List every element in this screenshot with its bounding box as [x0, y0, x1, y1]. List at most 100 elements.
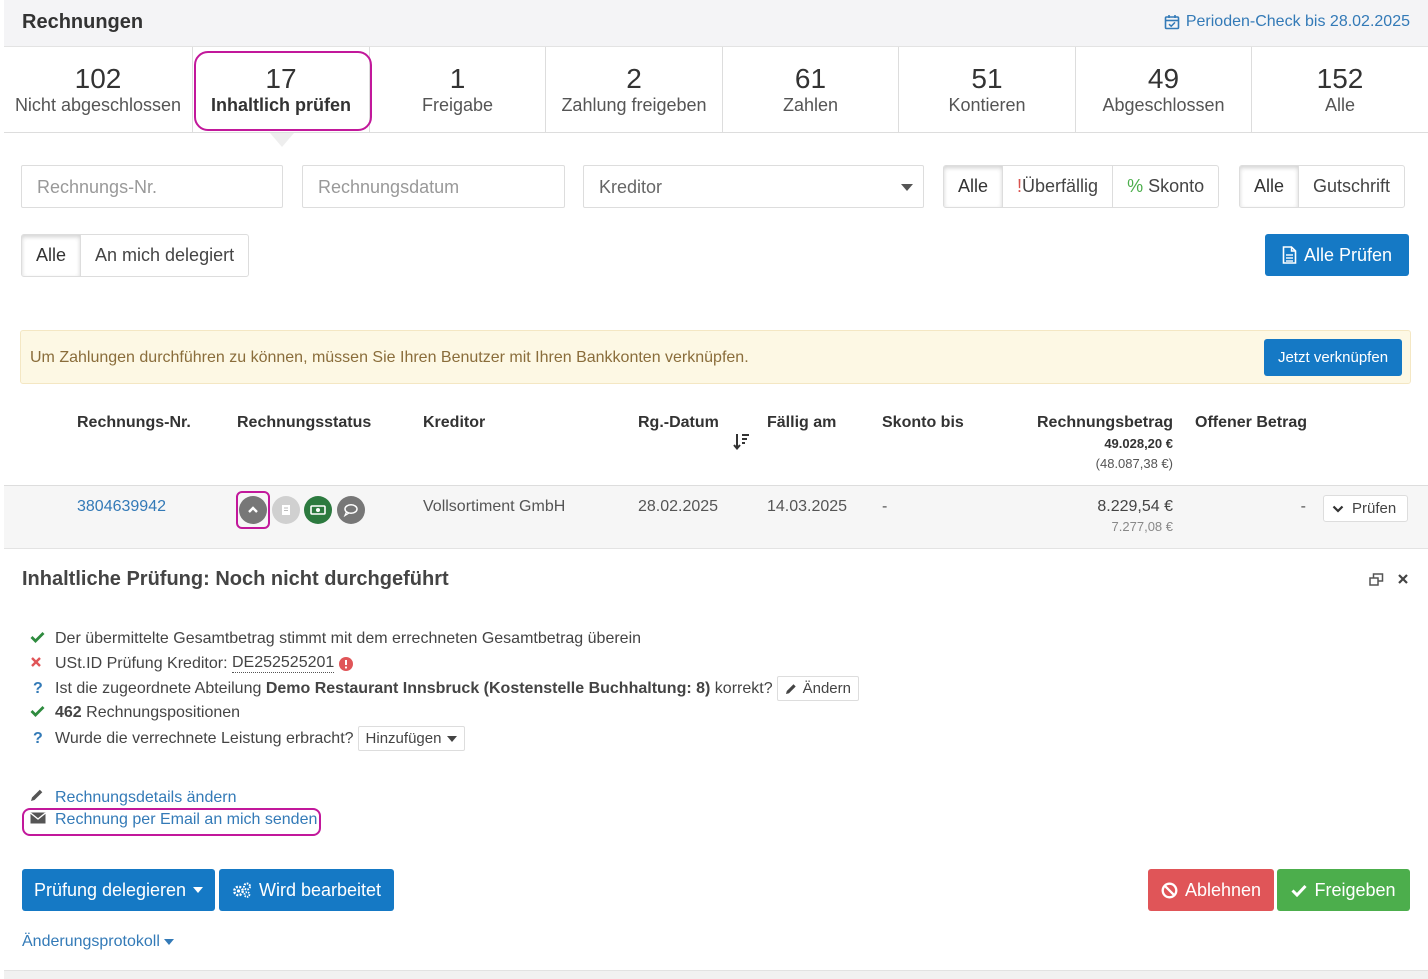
row-check-button[interactable]: Prüfen — [1323, 495, 1408, 522]
changelog-label: Änderungsprotokoll — [22, 933, 160, 950]
question-icon: ? — [33, 729, 43, 747]
edit-invoice-details-link[interactable]: Rechnungsdetails ändern — [55, 789, 236, 807]
col-header-amount[interactable]: Rechnungsbetrag — [1037, 414, 1173, 432]
link-now-button[interactable]: Jetzt verknüpfen — [1264, 339, 1402, 376]
money-bill-icon[interactable] — [304, 496, 332, 524]
footer-divider — [4, 970, 1428, 979]
close-icon[interactable] — [1397, 573, 1409, 585]
filter-discount-label: Skonto — [1148, 176, 1205, 196]
tab-label: Nicht abgeschlossen — [14, 95, 182, 115]
tab-kontieren[interactable]: 51 Kontieren — [899, 47, 1076, 132]
approve-label: Freigeben — [1314, 879, 1396, 900]
check-all-button[interactable]: Alle Prüfen — [1265, 234, 1409, 276]
document-icon — [1282, 246, 1297, 264]
tab-abgeschlossen[interactable]: 49 Abgeschlossen — [1076, 47, 1252, 132]
delegate-review-button[interactable]: Prüfung delegieren — [22, 869, 215, 911]
tab-zahlen[interactable]: 61 Zahlen — [723, 47, 899, 132]
dept-name: Demo Restaurant Innsbruck (Kostenstelle … — [265, 679, 711, 697]
status-icon-highlight — [236, 491, 270, 529]
in-progress-button[interactable]: Wird bearbeitet — [219, 869, 394, 911]
chevron-down-icon — [901, 184, 913, 191]
creditor-select[interactable]: Kreditor — [583, 165, 924, 208]
vat-id[interactable]: DE252525201 — [231, 654, 335, 673]
filter-overdue[interactable]: !Überfällig — [1003, 166, 1114, 207]
vat-label: USt.ID Prüfung Kreditor: — [55, 654, 228, 672]
active-tab-caret — [270, 133, 294, 147]
caret-down-icon — [193, 887, 204, 893]
sort-desc-icon[interactable] — [733, 433, 750, 450]
delegation-filter-group: Alle An mich delegiert — [21, 234, 250, 277]
col-header-open-amount[interactable]: Offener Betrag — [1195, 414, 1307, 432]
check-icon — [1291, 884, 1308, 897]
exclamation-circle-icon — [339, 656, 354, 671]
invoice-no-input[interactable]: Rechnungs-Nr. — [21, 165, 283, 208]
filter-delegated-to-me[interactable]: An mich delegiert — [81, 235, 248, 276]
check-total-amount: Der übermittelte Gesamtbetrag stimmt mit… — [30, 630, 641, 648]
col-header-due[interactable]: Fällig am — [767, 414, 836, 432]
tab-label: Freigabe — [421, 95, 494, 115]
col-header-creditor[interactable]: Kreditor — [423, 414, 485, 432]
tab-count: 1 — [449, 63, 466, 94]
status-filter-group: Alle !Überfällig % Skonto — [943, 165, 1220, 208]
tab-zahlung-freigeben[interactable]: 2 Zahlung freigeben — [546, 47, 723, 132]
add-service-label: Hinzufügen — [365, 730, 442, 747]
tab-count: 102 — [74, 63, 122, 94]
title-bar: Rechnungen Perioden-Check bis 28.02.2025 — [4, 0, 1428, 47]
check-all-label: Alle Prüfen — [1303, 244, 1393, 265]
col-header-date[interactable]: Rg.-Datum — [638, 414, 719, 432]
add-service-dropdown[interactable]: Hinzufügen — [357, 726, 466, 751]
popout-icon[interactable] — [1369, 573, 1384, 586]
col-header-status[interactable]: Rechnungsstatus — [237, 414, 371, 432]
dept-post: korrekt? — [714, 679, 773, 697]
col-header-discount[interactable]: Skonto bis — [882, 414, 964, 432]
tab-alle[interactable]: 152 Alle — [1252, 47, 1428, 132]
filter-discount[interactable]: % Skonto — [1113, 166, 1218, 207]
invoice-number-link[interactable]: 3804639942 — [77, 498, 166, 516]
changelog-toggle[interactable]: Änderungsprotokoll — [22, 933, 174, 951]
email-link-highlight — [22, 808, 321, 836]
filter-overdue-label: Überfällig — [1022, 176, 1099, 196]
amount-total: 49.028,20 € — [1104, 436, 1173, 451]
approve-button[interactable]: Freigeben — [1277, 869, 1410, 911]
row-amount-net: 7.277,08 € — [1111, 519, 1173, 534]
caret-down-icon — [447, 735, 458, 742]
review-panel-title: Inhaltliche Prüfung: Noch nicht durchgef… — [22, 568, 449, 590]
check-icon — [30, 630, 55, 648]
table-row[interactable] — [4, 485, 1428, 549]
comment-icon[interactable] — [337, 496, 365, 524]
filter-delegation-all[interactable]: Alle — [22, 235, 82, 276]
reject-label: Ablehnen — [1184, 879, 1262, 900]
check-positions: 462 Rechnungspositionen — [30, 704, 240, 722]
alert-text: Um Zahlungen durchführen zu können, müss… — [30, 349, 749, 366]
tab-count: 61 — [794, 63, 827, 94]
document-status-icon[interactable] — [272, 496, 300, 524]
period-check-link[interactable]: Perioden-Check bis 28.02.2025 — [1164, 13, 1410, 31]
ban-icon — [1161, 882, 1178, 898]
row-discount: - — [882, 498, 888, 515]
change-department-button[interactable]: Ändern — [776, 676, 859, 701]
pencil-icon — [30, 788, 55, 807]
col-header-invoice-no[interactable]: Rechnungs-Nr. — [77, 414, 191, 432]
period-check-label: Perioden-Check bis 28.02.2025 — [1185, 13, 1410, 30]
filter-type-all[interactable]: Alle — [1240, 166, 1300, 207]
percent-icon: % — [1127, 176, 1144, 196]
filter-status-all[interactable]: Alle — [944, 166, 1004, 207]
invoice-no-placeholder: Rechnungs-Nr. — [37, 177, 158, 197]
tab-nicht-abgeschlossen[interactable]: 102 Nicht abgeschlossen — [4, 47, 193, 132]
tab-count: 152 — [1316, 63, 1364, 94]
invoice-date-placeholder: Rechnungsdatum — [318, 177, 460, 197]
check-department: ? Ist die zugeordnete Abteilung Demo Res… — [30, 676, 859, 701]
pencil-icon — [785, 683, 796, 694]
row-date: 28.02.2025 — [638, 498, 719, 515]
reject-button[interactable]: Ablehnen — [1148, 869, 1274, 911]
filter-credit-note[interactable]: Gutschrift — [1299, 166, 1404, 207]
check-vat-id: USt.ID Prüfung Kreditor: DE252525201 — [30, 654, 354, 673]
tab-freigabe[interactable]: 1 Freigabe — [370, 47, 546, 132]
delegate-review-label: Prüfung delegieren — [33, 879, 187, 900]
positions-count: 462 — [55, 704, 82, 721]
row-due: 14.03.2025 — [767, 498, 848, 515]
active-tab-highlight — [194, 51, 372, 131]
question-icon: ? — [33, 679, 43, 697]
tab-label: Zahlen — [782, 95, 839, 115]
invoice-date-input[interactable]: Rechnungsdatum — [302, 165, 565, 208]
